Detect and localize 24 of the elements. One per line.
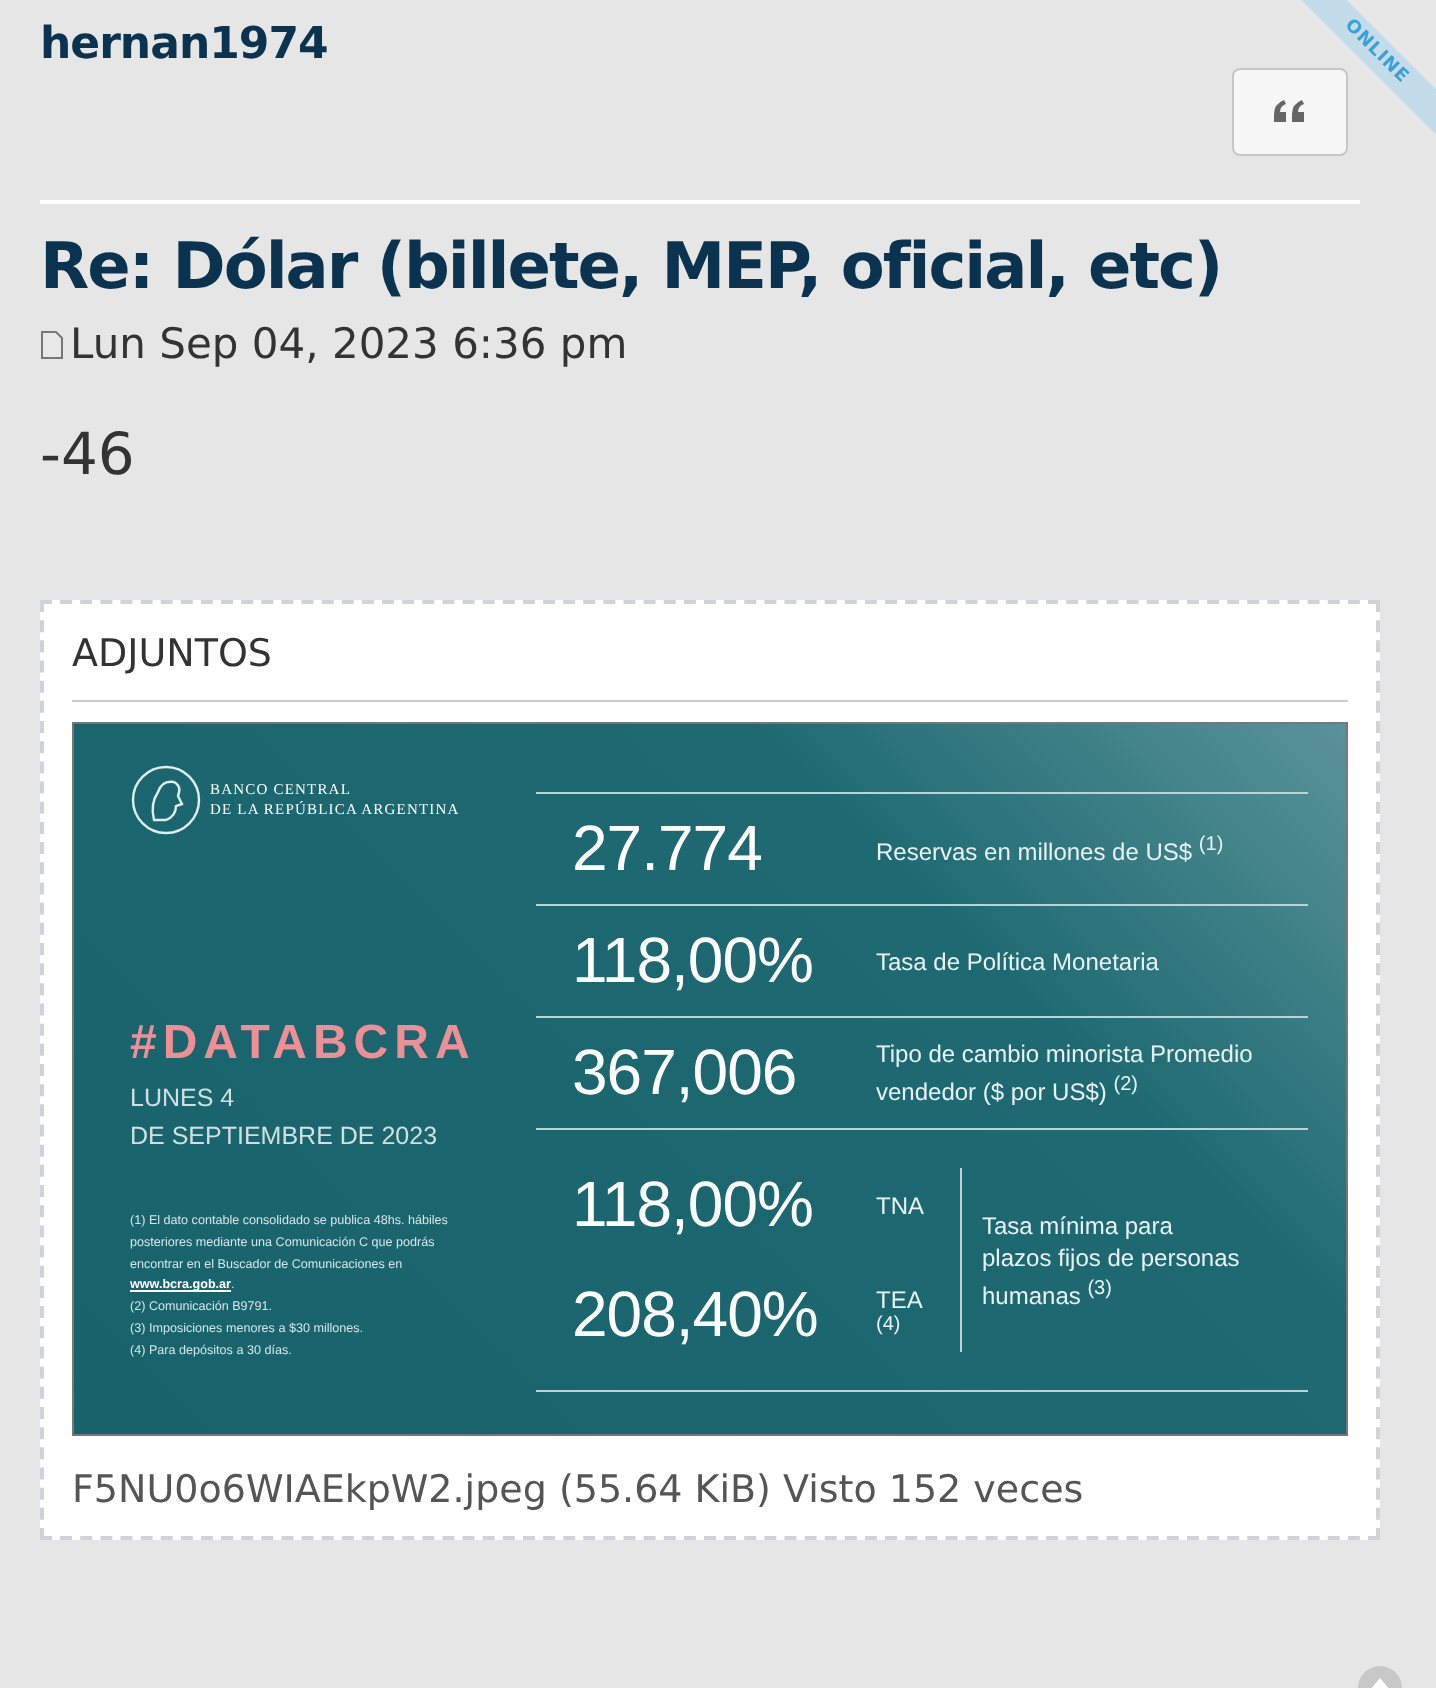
rate-tag: TNA [876, 1191, 948, 1219]
quote-button[interactable] [1232, 68, 1348, 156]
post-title[interactable]: Re: Dólar (billete, MEP, oficial, etc) [40, 228, 1396, 304]
document-icon [40, 329, 64, 359]
stat-label: Tasa de Política Monetaria [876, 945, 1161, 977]
attached-image[interactable] [72, 722, 1348, 1436]
stat-value: 118,00% [570, 924, 815, 998]
stat-value: 367,006 [570, 1036, 799, 1110]
hashtag: #DATABCRA [130, 1016, 478, 1072]
report-date: LUNES 4 [130, 1082, 237, 1116]
author-link[interactable]: hernan1974 [40, 20, 328, 70]
post-text: -46 [40, 420, 137, 488]
rate-value: 208,40% [570, 1278, 820, 1352]
attachment-caption: F5NU0o6WIAEkpW2.jpeg (55.64 KiB) Visto 152 veces [72, 1468, 1086, 1512]
rate-label: Tasa mínima para plazos fijos de personas humanas $^{(3)}$ [980, 1209, 1242, 1311]
stat-label: Reservas en millones de US$ $^{(1)}$ [876, 832, 1226, 868]
stat-value: 27.774 [570, 812, 764, 886]
post-date: Lun Sep 04, 2023 6:36 pm [70, 320, 628, 368]
medallion-icon [130, 764, 202, 836]
rate-value: 118,00% [570, 1168, 815, 1242]
stat-label: Tipo de cambio minorista Promedio vendedor ($ por US$) $^{(2)}$ [876, 1038, 1255, 1108]
attachments-heading: ADJUNTOS [72, 624, 1348, 702]
quote-icon [1272, 100, 1308, 124]
report-date: DE SEPTIEMBRE DE 2023 [130, 1120, 440, 1154]
